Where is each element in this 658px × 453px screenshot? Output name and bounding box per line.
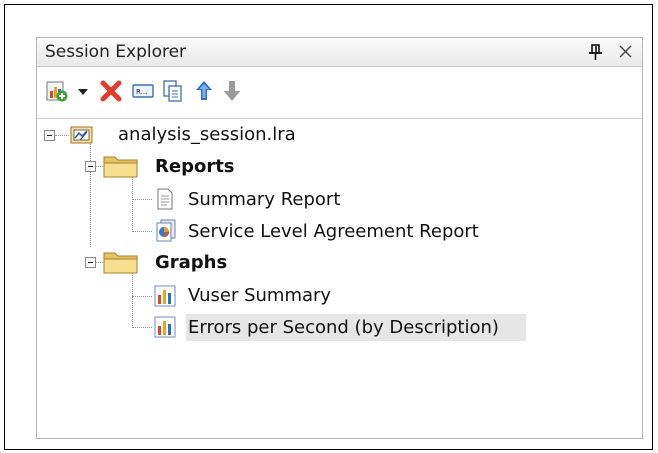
tree-item-errors-per-second[interactable]: Errors per Second (by Description) <box>188 317 499 338</box>
tree-group-reports[interactable]: Reports <box>155 156 235 177</box>
window-frame: Session Explorer R... analysis_session.l… <box>4 4 653 450</box>
session-icon <box>70 124 94 150</box>
add-graph-icon <box>46 81 68 102</box>
red-x-icon <box>100 80 122 102</box>
session-tree: analysis_session.lra Reports Summary Rep… <box>37 118 642 438</box>
close-icon[interactable] <box>615 41 637 63</box>
bar-graph-icon <box>154 316 176 342</box>
tree-group-graphs[interactable]: Graphs <box>155 252 227 273</box>
svg-text:R...: R... <box>136 88 147 96</box>
add-dropdown-button[interactable] <box>75 78 91 104</box>
panel-titlebar: Session Explorer <box>37 38 642 67</box>
tree-item-summary-report[interactable]: Summary Report <box>188 189 340 210</box>
move-down-button[interactable] <box>221 78 243 104</box>
delete-button[interactable] <box>99 78 123 104</box>
rename-button[interactable]: R... <box>131 78 155 104</box>
down-arrow-icon <box>224 81 240 101</box>
tree-node-root[interactable]: analysis_session.lra <box>118 124 296 145</box>
session-explorer-panel: Session Explorer R... analysis_session.l… <box>36 37 643 439</box>
collapse-toggle-root[interactable] <box>44 130 55 141</box>
explorer-toolbar: R... <box>37 68 642 118</box>
tree-item-vuser-summary[interactable]: Vuser Summary <box>188 285 331 306</box>
dropdown-arrow-icon <box>78 89 88 95</box>
tree-line <box>132 175 133 232</box>
tree-line <box>132 327 152 328</box>
move-up-button[interactable] <box>193 78 215 104</box>
collapse-toggle-reports[interactable] <box>85 161 96 172</box>
tree-item-sla-report[interactable]: Service Level Agreement Report <box>188 221 479 242</box>
report-document-icon <box>154 187 176 215</box>
tree-line <box>132 296 152 297</box>
copy-icon <box>163 80 182 102</box>
duplicate-button[interactable] <box>161 78 185 104</box>
panel-title: Session Explorer <box>45 42 187 62</box>
tree-line <box>55 135 69 136</box>
sla-report-icon <box>153 218 179 248</box>
add-item-button[interactable] <box>45 78 69 104</box>
rename-icon: R... <box>132 84 154 98</box>
bar-graph-icon <box>154 285 176 311</box>
tree-line <box>132 271 133 328</box>
pin-icon[interactable] <box>585 41 607 63</box>
folder-icon <box>103 154 139 183</box>
up-arrow-icon <box>196 81 212 100</box>
tree-line <box>132 231 152 232</box>
tree-line <box>132 199 152 200</box>
folder-icon <box>103 250 139 279</box>
collapse-toggle-graphs[interactable] <box>85 257 96 268</box>
tree-line <box>90 137 91 247</box>
